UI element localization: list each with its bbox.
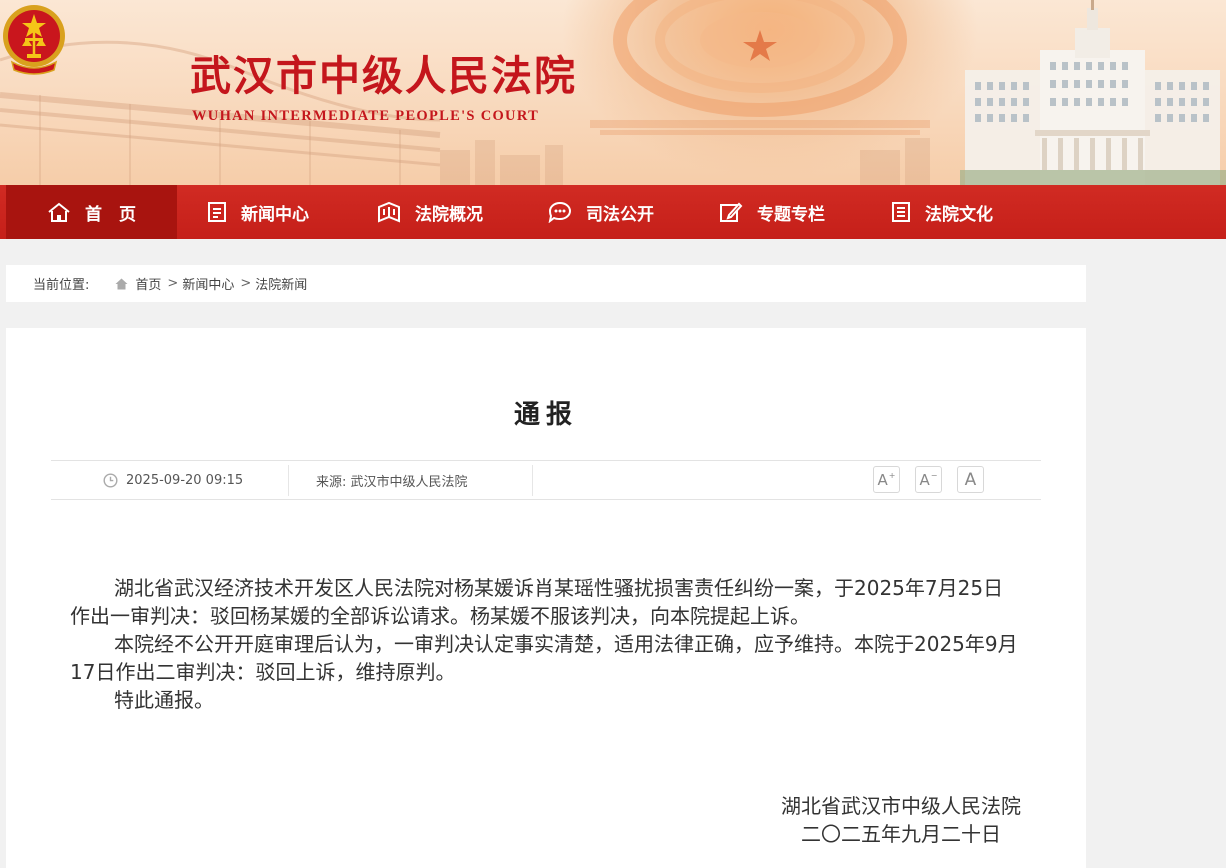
nav-item-home[interactable]: 首 页	[6, 185, 177, 239]
meta-divider	[532, 465, 533, 496]
edit-icon	[720, 202, 743, 222]
nav-label: 司法公开	[586, 204, 654, 225]
article-paragraph: 本院经不公开开庭审理后认为，一审判决认定事实清楚，适用法律正确，应予维持。本院于…	[70, 632, 1018, 684]
breadcrumb-separator: >	[167, 276, 179, 291]
article-source: 来源: 武汉市中级人民法院	[316, 474, 468, 490]
signature-date: 二〇二五年九月二十日	[801, 822, 1001, 846]
nav-label: 首 页	[85, 204, 136, 225]
court-building	[960, 0, 1226, 185]
meta-divider	[288, 465, 289, 496]
banner-illustration	[0, 0, 1226, 185]
list-document-icon	[892, 202, 910, 222]
breadcrumb-link-court-news[interactable]: 法院新闻	[255, 274, 307, 293]
font-size-increase-button[interactable]: A +	[873, 466, 900, 493]
document-icon	[208, 202, 226, 222]
breadcrumb-link-home[interactable]: 首页	[135, 274, 161, 293]
article-body: 湖北省武汉经济技术开发区人民法院对杨某媛诉肖某瑶性骚扰损害责任纠纷一案，于202…	[70, 574, 1022, 714]
court-subtitle: WUHAN INTERMEDIATE PEOPLE'S COURT	[192, 108, 540, 124]
court-emblem-icon	[3, 5, 65, 75]
article-meta: 2025-09-20 09:15 来源: 武汉市中级人民法院 A + A − A	[51, 460, 1041, 500]
home-icon	[115, 278, 128, 289]
building-icon	[378, 201, 400, 223]
nav-label: 新闻中心	[241, 204, 309, 225]
article-title: 通报	[513, 400, 578, 430]
nav-label: 法院概况	[415, 204, 483, 225]
font-size-reset-button[interactable]: A	[957, 466, 984, 493]
breadcrumb-label: 当前位置:	[33, 278, 90, 293]
court-title: 武汉市中级人民法院	[190, 52, 577, 100]
font-size-decrease-button[interactable]: A −	[915, 466, 942, 493]
site-banner: 武汉市中级人民法院 WUHAN INTERMEDIATE PEOPLE'S CO…	[0, 0, 1226, 185]
nav-label: 法院文化	[925, 204, 993, 225]
nav-item-judicial-disclosure[interactable]: 司法公开	[548, 185, 654, 239]
publish-date-text: 2025-09-20 09:15	[126, 472, 244, 488]
article-card: 通报 2025-09-20 09:15 来源: 武汉市中级人民法院 A + A − …	[6, 328, 1086, 868]
clock-icon	[103, 472, 118, 488]
main-nav: 首 页 新闻中心 法院概况 司法公开 专题专栏 法院文化	[0, 185, 1226, 239]
nav-item-court-culture[interactable]: 法院文化	[891, 185, 993, 239]
breadcrumb-link-news[interactable]: 新闻中心	[182, 274, 234, 293]
home-icon	[48, 202, 70, 222]
chat-bubble-icon	[548, 201, 572, 223]
breadcrumb: 当前位置: 首页 > 新闻中心 > 法院新闻	[6, 265, 1086, 302]
breadcrumb-home: 首页	[115, 274, 161, 293]
signature-org: 湖北省武汉市中级人民法院	[781, 794, 1021, 818]
publish-date: 2025-09-20 09:15	[103, 461, 243, 499]
nav-label: 专题专栏	[757, 204, 825, 225]
nav-item-special-topics[interactable]: 专题专栏	[719, 185, 825, 239]
article-paragraph: 特此通报。	[114, 688, 214, 712]
nav-item-overview[interactable]: 法院概况	[377, 185, 483, 239]
article-paragraph: 湖北省武汉经济技术开发区人民法院对杨某媛诉肖某瑶性骚扰损害责任纠纷一案，于202…	[70, 576, 1004, 628]
article-signature: 湖北省武汉市中级人民法院 二〇二五年九月二十日	[781, 792, 1021, 848]
nav-item-news[interactable]: 新闻中心	[207, 185, 309, 239]
breadcrumb-separator: >	[240, 276, 252, 291]
